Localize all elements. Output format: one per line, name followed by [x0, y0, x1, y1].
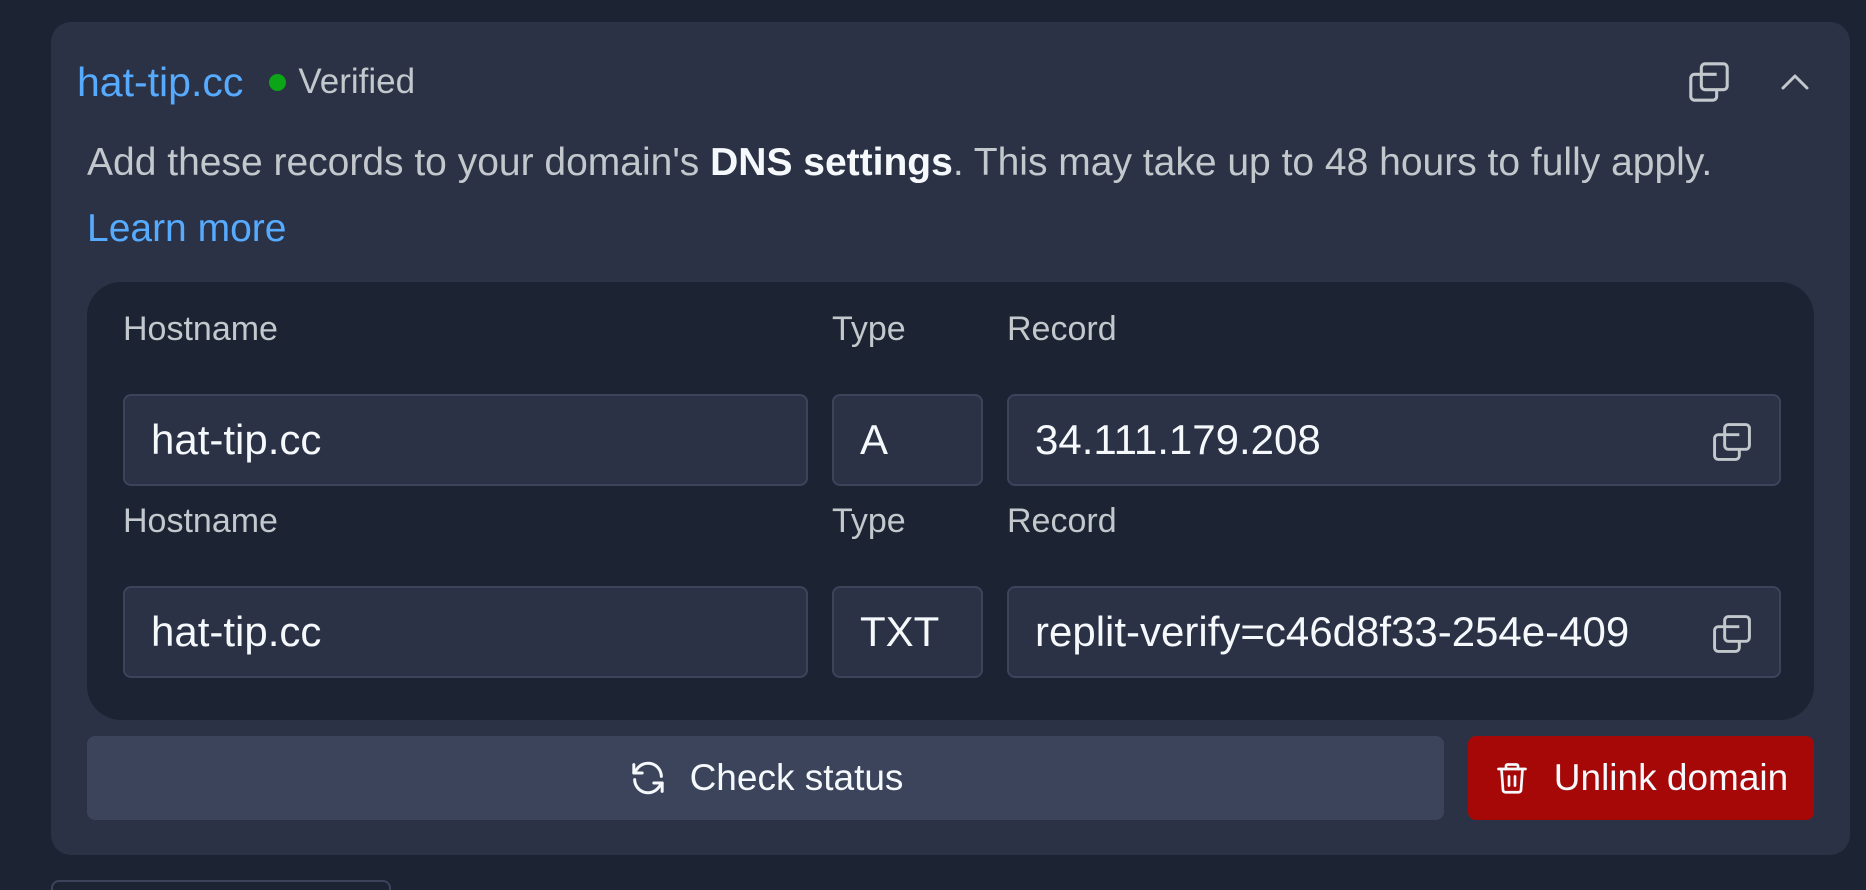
- record-field[interactable]: 34.111.179.208: [1007, 394, 1781, 486]
- hostname-label: Hostname: [123, 502, 278, 540]
- record-label: Record: [1007, 502, 1117, 540]
- refresh-icon: [631, 761, 664, 795]
- hostname-field[interactable]: hat-tip.cc: [123, 586, 808, 678]
- next-card-edge: [51, 880, 391, 890]
- page: hat-tip.cc Verified Add these records to…: [0, 0, 1866, 890]
- header-actions: [1680, 46, 1824, 118]
- copy-record-button[interactable]: [1703, 605, 1761, 663]
- record-value: 34.111.179.208: [1035, 416, 1321, 463]
- domain-header: hat-tip.cc Verified: [77, 46, 415, 118]
- copy-icon: [1713, 615, 1751, 653]
- type-value: A: [860, 416, 889, 463]
- type-field[interactable]: TXT: [832, 586, 983, 678]
- check-status-button[interactable]: Check status: [87, 736, 1444, 820]
- type-value: TXT: [860, 608, 940, 655]
- instructions-bold: DNS settings: [710, 141, 953, 184]
- type-field[interactable]: A: [832, 394, 983, 486]
- copy-icon: [1689, 62, 1729, 102]
- dns-records-panel: Hostname Type Record hat-tip.cc A 34.111…: [87, 282, 1814, 720]
- instructions-text: Add these records to your domain's: [87, 141, 711, 184]
- trash-icon: [1496, 763, 1527, 794]
- copy-record-button[interactable]: [1703, 413, 1761, 471]
- hostname-value: hat-tip.cc: [151, 608, 322, 655]
- status-label: Verified: [298, 62, 416, 101]
- domain-card: hat-tip.cc Verified Add these records to…: [51, 22, 1850, 855]
- record-value: replit-verify=c46d8f33-254e-409: [1035, 608, 1630, 655]
- domain-name-link[interactable]: hat-tip.cc: [77, 59, 243, 106]
- dns-record-row: Hostname Type Record hat-tip.cc A 34.111…: [123, 310, 1781, 500]
- instructions-suffix: . This may take up to 48 hours to fully …: [952, 141, 1713, 184]
- unlink-domain-label: Unlink domain: [1553, 757, 1789, 798]
- type-label: Type: [832, 502, 906, 540]
- record-label: Record: [1007, 310, 1117, 348]
- copy-domain-button[interactable]: [1680, 53, 1738, 111]
- record-field[interactable]: replit-verify=c46d8f33-254e-409: [1007, 586, 1781, 678]
- dns-record-row: Hostname Type Record hat-tip.cc TXT repl…: [123, 502, 1781, 692]
- collapse-button[interactable]: [1766, 53, 1824, 111]
- type-label: Type: [832, 310, 906, 348]
- status-dot-icon: [269, 73, 287, 91]
- learn-more-link[interactable]: Learn more: [87, 207, 286, 250]
- status-badge: Verified: [269, 62, 415, 102]
- chevron-up-icon: [1781, 74, 1809, 90]
- hostname-label: Hostname: [123, 310, 278, 348]
- check-status-label: Check status: [689, 757, 904, 798]
- hostname-field[interactable]: hat-tip.cc: [123, 394, 808, 486]
- unlink-domain-button[interactable]: Unlink domain: [1468, 736, 1814, 820]
- card-actions: Check status Unlink domain: [87, 736, 1814, 820]
- dns-instructions: Add these records to your domain's DNS s…: [87, 130, 1807, 262]
- hostname-value: hat-tip.cc: [151, 416, 322, 463]
- copy-icon: [1713, 423, 1751, 461]
